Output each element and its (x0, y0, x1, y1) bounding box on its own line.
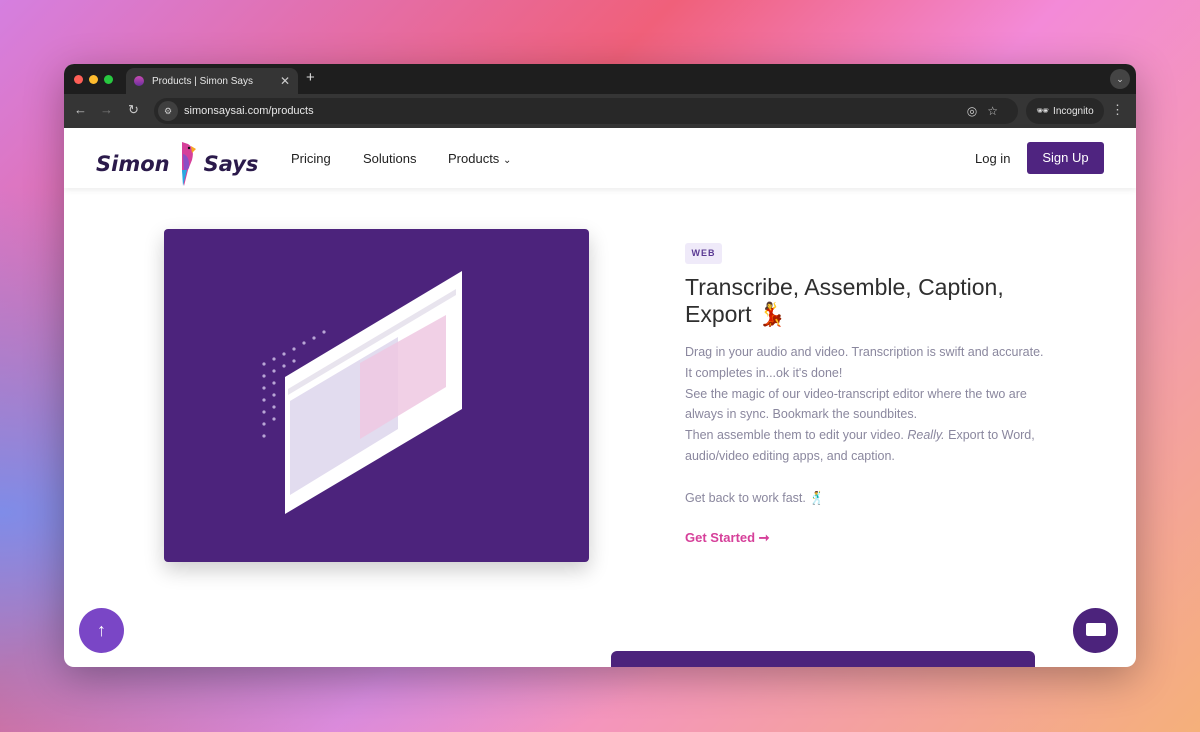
login-link[interactable]: Log in (975, 151, 1010, 166)
tab-bar: Products | Simon Says ✕ + ⌄ (64, 64, 1136, 94)
scroll-to-top-button[interactable]: ↑ (79, 608, 124, 653)
close-window-button[interactable] (74, 75, 83, 84)
paragraph: See the magic of our video-transcript ed… (685, 386, 1027, 422)
section-title: Transcribe, Assemble, Caption, Export 💃 (685, 274, 1004, 327)
get-started-link[interactable]: Get Started ➞ (685, 530, 770, 546)
paragraph: Get back to work fast. 🕺 (685, 490, 825, 505)
chat-icon (1086, 623, 1106, 636)
tab-title: Products | Simon Says (152, 75, 253, 87)
chevron-down-icon: ⌄ (502, 155, 512, 166)
nav-products-label: Products (448, 151, 500, 166)
eye-off-icon[interactable]: ◎ (967, 104, 987, 118)
back-icon[interactable]: ← (74, 102, 87, 117)
site-header: Simon Says Pricing Solutions Products ⌄ … (64, 128, 1136, 188)
section-description: Drag in your audio and video. Transcript… (685, 342, 1045, 508)
incognito-button[interactable]: 🕶 Incognito (1026, 98, 1104, 124)
reload-icon[interactable]: ↻ (128, 102, 139, 118)
logo[interactable]: Simon Says (96, 140, 258, 188)
maximize-window-button[interactable] (104, 75, 113, 84)
arrow-up-icon: ↑ (97, 620, 106, 640)
more-menu-icon[interactable]: ⋮ (1111, 102, 1124, 118)
logo-text-right: Says (203, 152, 259, 176)
emphasis-text: Really. (907, 428, 945, 443)
incognito-icon: 🕶 (1036, 105, 1050, 117)
browser-window-illustration (262, 271, 462, 514)
forward-icon[interactable]: → (100, 102, 113, 117)
bookmark-star-icon[interactable]: ☆ (987, 104, 1008, 118)
paragraph: Drag in your audio and video. Transcript… (685, 345, 1044, 380)
signup-button[interactable]: Sign Up (1027, 142, 1104, 174)
browser-window: Products | Simon Says ✕ + ⌄ ← → ↻ ⚙ simons… (64, 64, 1136, 667)
address-bar[interactable]: ⚙ simonsaysai.com/products ◎☆ (154, 98, 1018, 124)
browser-toolbar: ← → ↻ ⚙ simonsaysai.com/products ◎☆ 🕶 Incog… (64, 94, 1136, 128)
tab-products[interactable]: Products | Simon Says ✕ (126, 68, 298, 94)
parrot-logo-icon (181, 142, 196, 186)
paragraph: Then assemble them to edit your video. R… (685, 425, 1045, 467)
chat-button[interactable] (1073, 608, 1118, 653)
nav-solutions[interactable]: Solutions (363, 151, 416, 166)
close-tab-icon[interactable]: ✕ (280, 74, 290, 88)
logo-text-left: Simon (96, 152, 170, 176)
next-section-card (611, 651, 1035, 667)
tab-search-button[interactable]: ⌄ (1110, 69, 1130, 89)
new-tab-button[interactable]: + (306, 69, 315, 86)
favicon-icon (134, 76, 144, 86)
incognito-label: Incognito (1053, 105, 1094, 117)
url-text: simonsaysai.com/products (184, 105, 314, 117)
platform-badge: WEB (685, 243, 722, 264)
site-settings-icon[interactable]: ⚙ (158, 101, 178, 121)
text: Then assemble them to edit your video. (685, 428, 904, 443)
nav-pricing[interactable]: Pricing (291, 151, 331, 166)
nav-products[interactable]: Products ⌄ (448, 151, 511, 166)
product-illustration (164, 229, 589, 562)
minimize-window-button[interactable] (89, 75, 98, 84)
